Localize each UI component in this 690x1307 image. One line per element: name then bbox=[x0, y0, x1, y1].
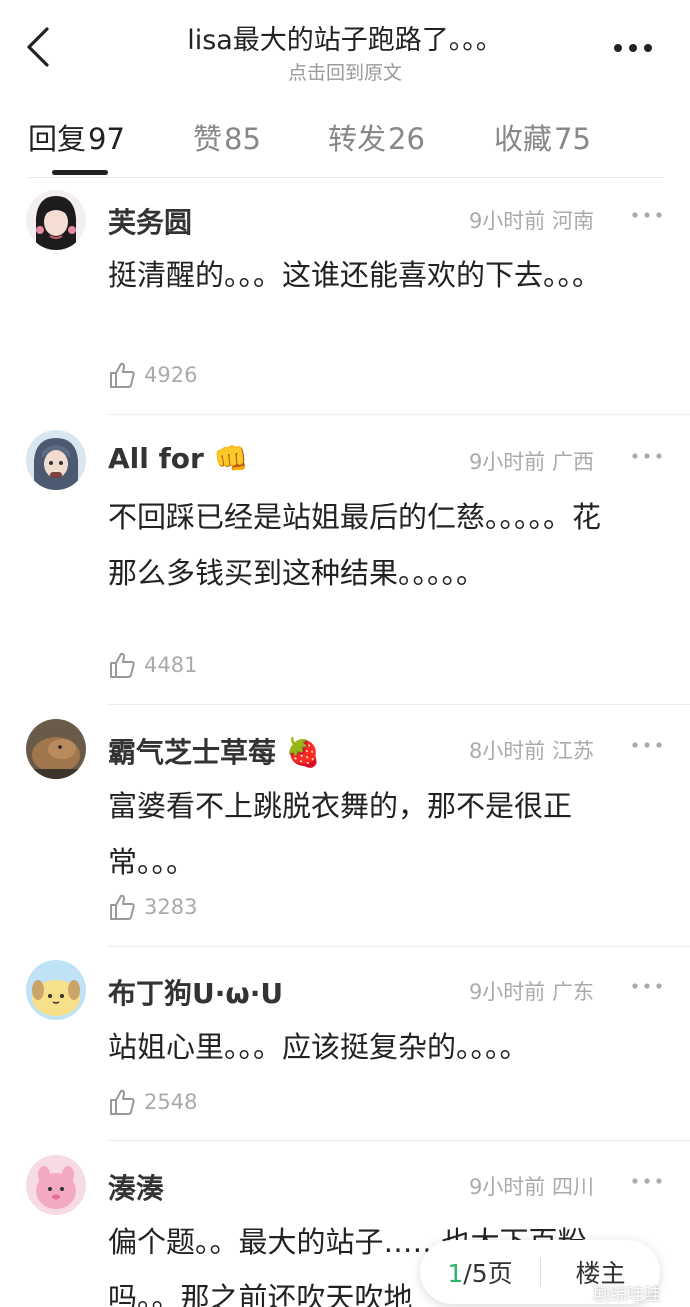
thumb-up-icon bbox=[110, 652, 135, 678]
watermark-text: 剧综哇哇 bbox=[593, 1285, 661, 1305]
tabs-divider bbox=[28, 177, 664, 178]
back-button[interactable] bbox=[18, 22, 58, 72]
like-button[interactable]: 2548 bbox=[108, 1088, 197, 1116]
page-indicator-button[interactable]: 1/5页 bbox=[420, 1254, 540, 1290]
weibo-watermark: 剧综哇哇 bbox=[572, 1280, 661, 1305]
comment-username[interactable]: All for 👊 bbox=[108, 442, 248, 475]
comment-username[interactable]: 湊湊 bbox=[108, 1167, 164, 1207]
comment-username-text: 霸气芝士草莓 bbox=[108, 736, 277, 769]
comment-meta: 9小时前 河南 bbox=[469, 205, 594, 235]
avatar-capybara-image bbox=[26, 719, 86, 779]
page-title: lisa最大的站子跑路了。。。 bbox=[187, 25, 503, 56]
avatar[interactable] bbox=[26, 960, 86, 1020]
comment-meta: 9小时前 广东 bbox=[469, 976, 594, 1006]
comment-location: 江苏 bbox=[552, 739, 594, 763]
weibo-icon bbox=[572, 1288, 588, 1300]
comment-time: 9小时前 bbox=[468, 1175, 546, 1199]
comment-time: 8小时前 bbox=[468, 739, 546, 763]
comment-divider bbox=[108, 704, 690, 705]
comment-text: 站姐心里。。。应该挺复杂的。。。。 bbox=[108, 1030, 529, 1064]
top-bar: lisa最大的站子跑路了。。。 点击回到原文 bbox=[0, 0, 690, 100]
strawberry-emoji-icon: 🍓 bbox=[285, 736, 321, 769]
more-menu-button[interactable] bbox=[608, 28, 658, 68]
comment-location: 广西 bbox=[552, 450, 594, 474]
tab-bar: 回复97 赞85 转发26 收藏75 bbox=[0, 108, 690, 178]
more-dots-icon bbox=[632, 212, 662, 218]
back-arrow-icon bbox=[27, 27, 49, 67]
comment-meta: 9小时前 四川 bbox=[469, 1171, 594, 1201]
comment-more-button[interactable] bbox=[630, 446, 664, 466]
more-dots-icon bbox=[614, 44, 652, 52]
tab-replies[interactable]: 回复97 bbox=[28, 116, 125, 158]
comment-location: 广东 bbox=[552, 980, 594, 1004]
avatar[interactable] bbox=[26, 1155, 86, 1215]
comment-meta: 8小时前 江苏 bbox=[469, 735, 594, 765]
thumb-up-icon bbox=[110, 1089, 135, 1115]
tab-likes[interactable]: 赞85 bbox=[193, 116, 261, 158]
comment-username[interactable]: 芙务圆 bbox=[108, 201, 192, 241]
comment-divider bbox=[108, 946, 690, 947]
comment-time: 9小时前 bbox=[468, 450, 546, 474]
like-count: 2548 bbox=[144, 1090, 198, 1114]
current-page: 1 bbox=[447, 1259, 464, 1288]
comment-more-button[interactable] bbox=[630, 1171, 664, 1191]
avatar[interactable] bbox=[26, 190, 86, 250]
tab-favorites-label: 收藏 bbox=[494, 122, 553, 156]
tab-likes-label: 赞 bbox=[193, 122, 223, 156]
fist-emoji-icon: 👊 bbox=[213, 442, 249, 475]
total-pages: /5页 bbox=[463, 1259, 513, 1288]
tab-replies-label: 回复 bbox=[28, 122, 87, 156]
comment-more-button[interactable] bbox=[630, 205, 664, 225]
comment-username[interactable]: 霸气芝士草莓 🍓 bbox=[108, 731, 321, 771]
comment-more-button[interactable] bbox=[630, 735, 664, 755]
like-count: 3283 bbox=[144, 895, 198, 919]
avatar-girl-image bbox=[26, 190, 86, 250]
tab-reposts-label: 转发 bbox=[328, 122, 387, 156]
tab-replies-count: 97 bbox=[88, 122, 125, 156]
active-tab-indicator bbox=[52, 170, 108, 175]
avatar[interactable] bbox=[26, 430, 86, 490]
tab-reposts[interactable]: 转发26 bbox=[328, 116, 425, 158]
like-button[interactable]: 4481 bbox=[108, 651, 197, 679]
tab-reposts-count: 26 bbox=[388, 122, 425, 156]
avatar-pink-creature-image bbox=[26, 1155, 86, 1215]
tab-likes-count: 85 bbox=[224, 122, 261, 156]
more-dots-icon bbox=[632, 453, 662, 459]
avatar-pompompurin-image bbox=[26, 960, 86, 1020]
comment-more-button[interactable] bbox=[630, 976, 664, 996]
thumb-up-icon bbox=[110, 362, 135, 388]
like-button[interactable]: 3283 bbox=[108, 893, 197, 921]
comment-text: 富婆看不上跳脱衣舞的，那不是很正常。。。 bbox=[108, 789, 573, 879]
like-button[interactable]: 4926 bbox=[108, 361, 197, 389]
tab-favorites-count: 75 bbox=[554, 122, 591, 156]
avatar-person-image bbox=[26, 430, 86, 490]
comment-username[interactable]: 布丁狗U·ω·U bbox=[108, 972, 283, 1012]
comment-divider bbox=[108, 414, 690, 415]
comment-location: 河南 bbox=[552, 209, 594, 233]
more-dots-icon bbox=[632, 742, 662, 748]
tab-favorites[interactable]: 收藏75 bbox=[494, 116, 591, 158]
comment-location: 四川 bbox=[552, 1175, 594, 1199]
back-to-original-link[interactable]: 点击回到原文 bbox=[90, 58, 600, 85]
comment-time: 9小时前 bbox=[468, 209, 546, 233]
like-count: 4481 bbox=[144, 653, 198, 677]
avatar[interactable] bbox=[26, 719, 86, 779]
comment-text: 不回踩已经是站姐最后的仁慈。。。。。花那么多钱买到这种结果。。。。。 bbox=[108, 500, 602, 590]
more-dots-icon bbox=[632, 983, 662, 989]
like-count: 4926 bbox=[144, 363, 198, 387]
comment-text: 挺清醒的。。。这谁还能喜欢的下去。。。 bbox=[108, 258, 602, 292]
comment-divider bbox=[108, 1140, 690, 1141]
comment-time: 9小时前 bbox=[468, 980, 546, 1004]
more-dots-icon bbox=[632, 1178, 662, 1184]
thumb-up-icon bbox=[110, 894, 135, 920]
comment-username-text: All for bbox=[108, 442, 204, 475]
comment-meta: 9小时前 广西 bbox=[469, 446, 594, 476]
